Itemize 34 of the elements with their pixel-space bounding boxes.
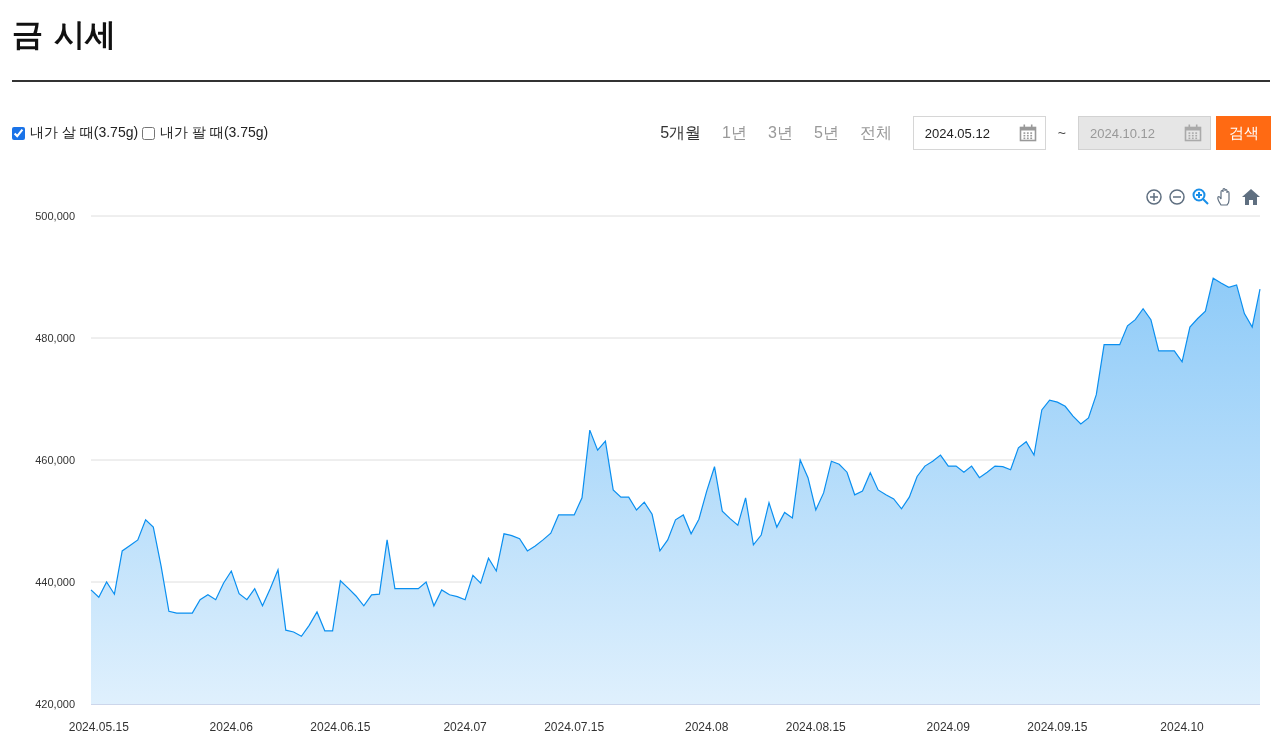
magnifier-icon[interactable]: [1192, 188, 1209, 205]
hand-icon[interactable]: [1217, 187, 1230, 206]
period-tab[interactable]: 1년: [722, 122, 747, 144]
zoom-in-icon[interactable]: [1146, 189, 1162, 205]
x-axis-label: 2024.09: [926, 720, 970, 734]
search-button[interactable]: 검색: [1216, 116, 1271, 150]
period-tab[interactable]: 5년: [813, 122, 839, 144]
page-title: 금 시세: [12, 15, 116, 54]
range-separator: ~: [1057, 125, 1066, 141]
zoom-out-icon[interactable]: [1169, 189, 1185, 205]
x-axis-label: 2024.08.15: [785, 720, 846, 734]
x-axis-label: 2024.07: [443, 720, 487, 734]
checkbox[interactable]: [142, 126, 156, 140]
x-axis-label: 2024.09.15: [1027, 720, 1088, 734]
x-axis-label: 2024.07.15: [544, 720, 605, 734]
y-axis-label: 480,000: [35, 332, 75, 344]
x-axis-label: 2024.05.15: [68, 720, 129, 734]
y-axis-label: 420,000: [35, 698, 75, 710]
checkbox[interactable]: [12, 126, 25, 140]
checkbox-label[interactable]: 내가 팔 때(3.75g): [160, 124, 269, 142]
y-axis-label: 500,000: [35, 210, 75, 222]
x-axis-label: 2024.08: [685, 720, 729, 734]
period-tab[interactable]: 전체: [859, 122, 892, 144]
y-axis-label: 460,000: [35, 454, 75, 466]
calendar-icon[interactable]: [1018, 124, 1037, 142]
date-field[interactable]: 2024.05.12: [912, 116, 1046, 150]
period-tab[interactable]: 5개월: [660, 122, 702, 144]
home-icon[interactable]: [1242, 189, 1260, 205]
x-axis-label: 2024.10: [1160, 720, 1204, 734]
x-axis-label: 2024.06.15: [310, 720, 371, 734]
period-tab[interactable]: 3년: [768, 122, 793, 144]
x-axis-label: 2024.06: [209, 720, 253, 734]
y-axis-label: 440,000: [35, 576, 75, 588]
checkbox-label[interactable]: 내가 살 때(3.75g): [30, 124, 139, 142]
